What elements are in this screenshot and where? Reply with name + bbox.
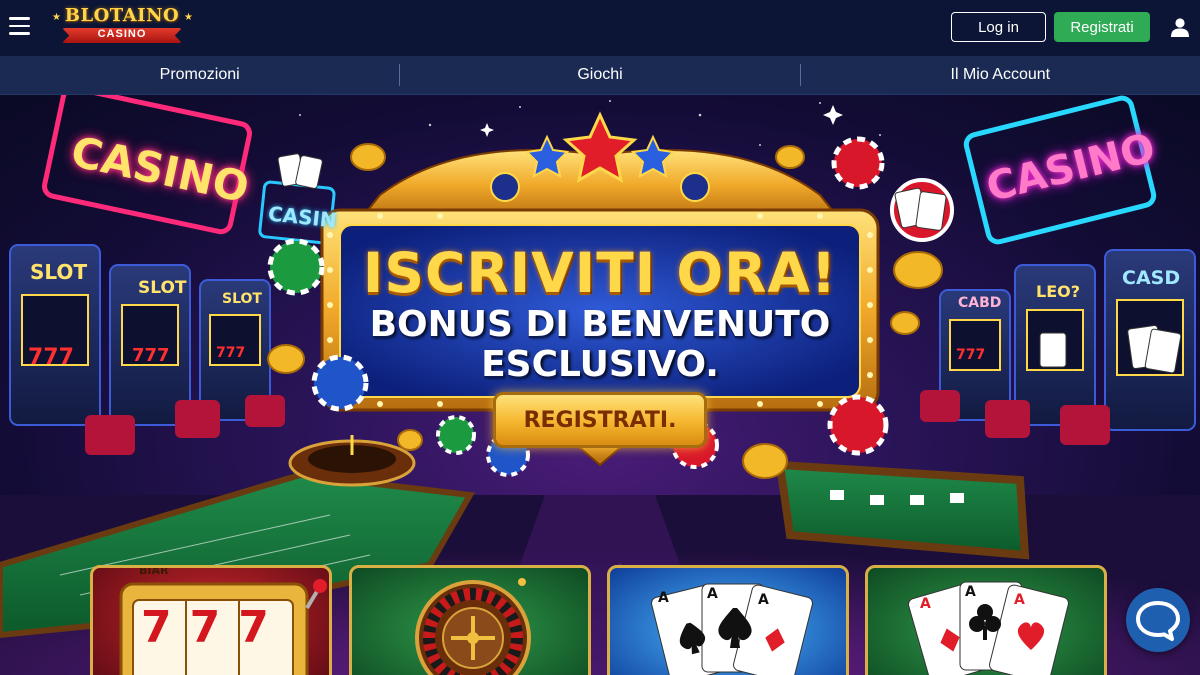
- card-rank: A: [658, 590, 669, 606]
- hero-title: ISCRIVITI ORA!: [362, 241, 838, 305]
- top-header: ★ ★ BLOTAINO CASINO Log in Registrati: [0, 0, 1200, 56]
- slot-reels-text: 777: [956, 347, 986, 363]
- slot-machine-label: CABD: [958, 295, 1002, 311]
- user-icon[interactable]: [1170, 17, 1190, 37]
- blackjack-tile[interactable]: A A A: [865, 565, 1107, 675]
- chat-bubble-icon: [1136, 601, 1180, 641]
- register-button[interactable]: Registrati: [1054, 12, 1150, 42]
- slot-tile-reels: 777: [141, 602, 287, 653]
- slot-machine-label: SLOT: [138, 278, 187, 298]
- login-button[interactable]: Log in: [951, 12, 1046, 42]
- main-nav: Promozioni Giochi Il Mio Account: [0, 56, 1200, 95]
- slot-machine-label: LEO?: [1036, 282, 1081, 301]
- card-rank: A: [920, 596, 931, 612]
- slot-reels-text: 777: [28, 345, 74, 370]
- hamburger-icon[interactable]: [9, 17, 30, 35]
- hero-subtitle-line2: ESCLUSIVO.: [481, 344, 719, 385]
- card-rank: A: [758, 592, 769, 608]
- roulette-wheel-icon: [415, 578, 531, 675]
- spade-cards-icon: [651, 583, 813, 675]
- card-rank: A: [965, 584, 976, 600]
- heart-cards-icon: [907, 581, 1069, 675]
- slot-reels-text: 777: [132, 345, 170, 366]
- logo-subtext: CASINO: [97, 28, 147, 40]
- slot-reels-text: 777: [216, 345, 246, 361]
- slot-tile[interactable]: BIAR 777: [90, 565, 332, 675]
- hero-subtitle-line1: BONUS DI BENVENUTO: [369, 304, 831, 345]
- roulette-tile[interactable]: [349, 565, 591, 675]
- hero-banner: CASINO CASINO CASIN SLOT SLOT SLOT CABD …: [0, 95, 1200, 675]
- slot-machine-label: SLOT: [222, 291, 262, 307]
- hero-subtitle: BONUS DI BENVENUTO ESCLUSIVO.: [350, 305, 850, 385]
- card-rank: A: [707, 586, 718, 602]
- card-rank: A: [1014, 592, 1025, 608]
- nav-item-account[interactable]: Il Mio Account: [801, 56, 1200, 94]
- live-chat-button[interactable]: [1126, 588, 1190, 652]
- poker-tile[interactable]: A A A: [607, 565, 849, 675]
- nav-item-promozioni[interactable]: Promozioni: [0, 56, 399, 94]
- nav-item-giochi[interactable]: Giochi: [400, 56, 799, 94]
- slot-machine-label: SLOT: [30, 260, 88, 284]
- hero-register-button[interactable]: REGISTRATI.: [493, 392, 707, 448]
- logo-text: BLOTAINO: [64, 5, 180, 26]
- slot-machine-label: CASD: [1122, 267, 1181, 289]
- slot-tile-label: BIAR: [139, 565, 169, 577]
- site-logo[interactable]: ★ ★ BLOTAINO CASINO: [48, 5, 196, 47]
